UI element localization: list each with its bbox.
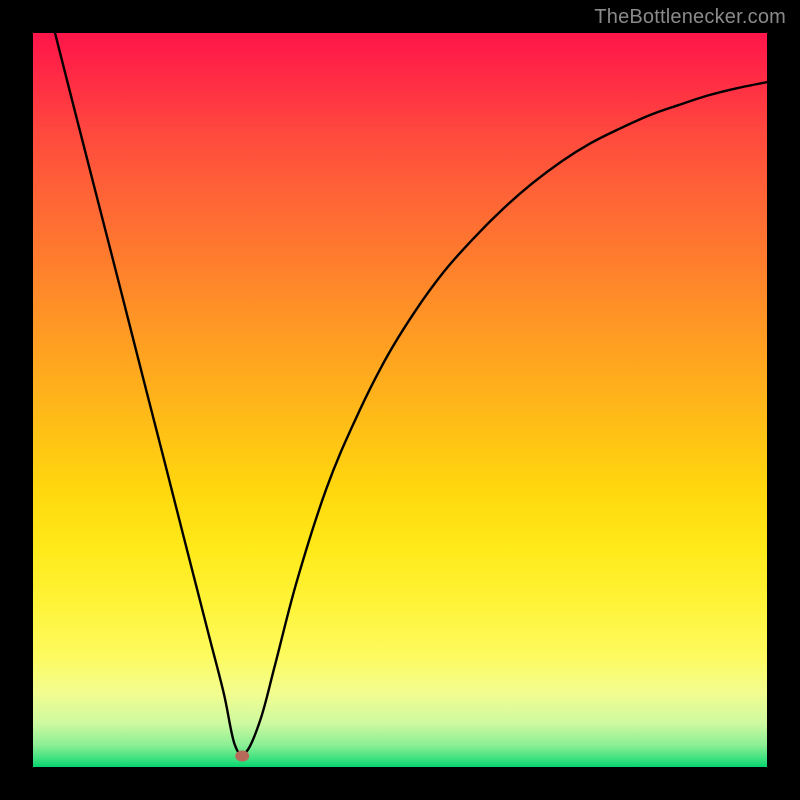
watermark-text: TheBottlenecker.com <box>594 6 786 29</box>
plot-area <box>33 33 767 767</box>
chart-frame: TheBottlenecker.com <box>0 0 800 800</box>
chart-svg <box>33 33 767 767</box>
optimal-marker <box>235 751 249 762</box>
bottleneck-curve <box>55 33 767 755</box>
